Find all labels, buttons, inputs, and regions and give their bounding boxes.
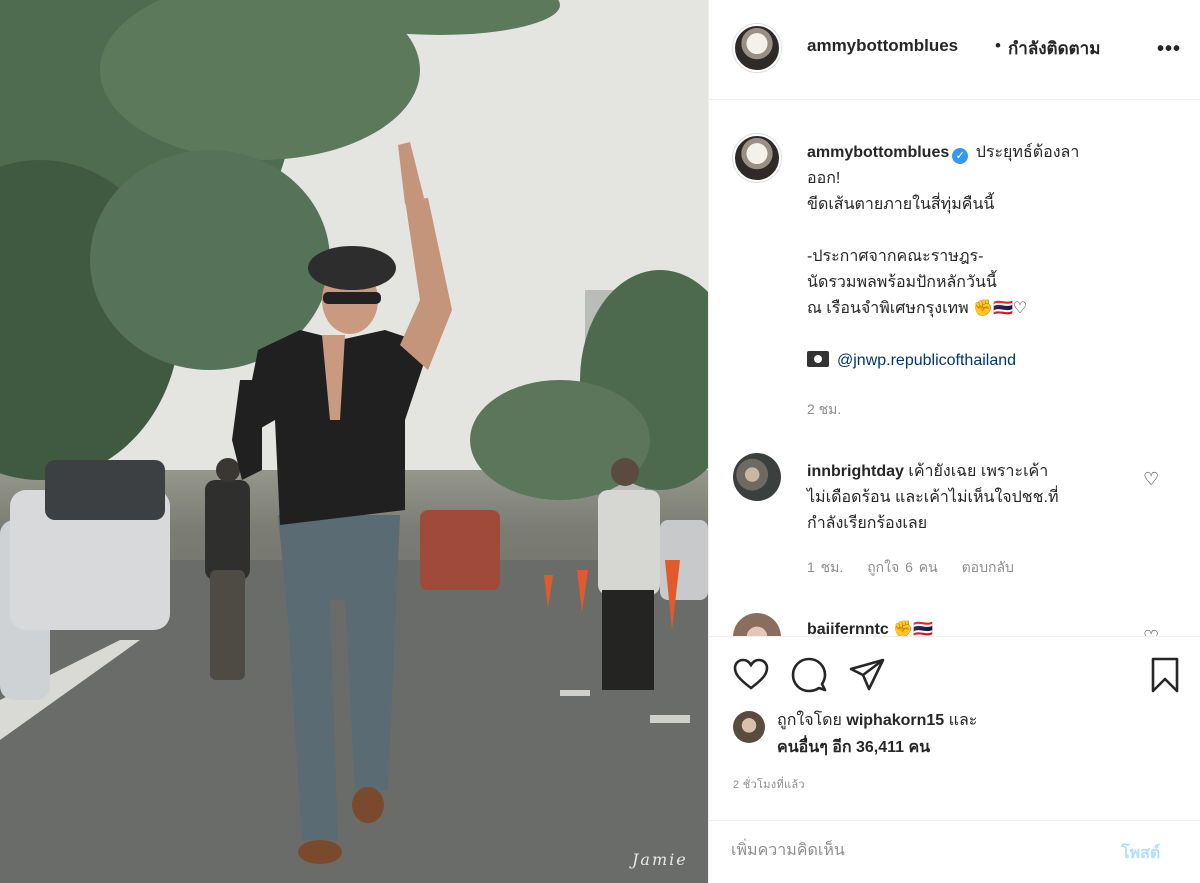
share-icon[interactable] [847,655,887,695]
comment-line-3: กำลังเรียกร้องเลย [807,515,928,532]
post-actions: ถูกใจโดย wiphakorn15 และ คนอื่นๆ อีก 36,… [709,636,1200,820]
heart-icon[interactable] [731,655,771,695]
caption-username[interactable]: ammybottomblues [807,144,949,161]
comment-time: 1 ชม. [807,559,844,575]
comment-like-count[interactable]: ถูกใจ 6 คน [867,559,938,575]
comment-text: innbrightday เค้ายังเฉย เพราะเค้า ไม่เดื… [807,459,1137,537]
caption-line-5: นัดรวมพลพร้อมปักหลักวันนี้ [807,274,997,291]
commenter-avatar[interactable] [733,613,781,636]
following-button[interactable]: กำลังติดตาม [1008,35,1100,62]
comment-reply-button[interactable]: ตอบกลับ [962,559,1014,575]
bookmark-icon[interactable] [1145,655,1185,695]
author-avatar[interactable] [733,24,781,72]
photo-credit-link[interactable]: @jnwp.republicofthailand [837,352,1016,369]
comment-like-heart-icon[interactable]: ♡ [1143,469,1159,490]
verified-icon: ✓ [952,148,969,164]
comment-line-1: เค้ายังเฉย เพราะเค้า [908,463,1049,480]
post-timestamp[interactable]: 2 ชั่วโมงที่แล้ว [733,775,805,793]
author-username[interactable]: ammybottomblues [807,36,958,56]
commenter-username[interactable]: innbrightday [807,463,904,480]
comments-list[interactable]: ammybottomblues ✓ ประยุทธ์ต้องลา ออก! ขีด… [709,101,1200,636]
caption-line-3: ขีดเส้นตายภายในสี่ทุ่มคืนนี้ [807,196,995,213]
add-comment-input[interactable] [731,831,1091,871]
more-icon[interactable]: ••• [1157,38,1181,61]
post-comment-button[interactable]: โพสต์ [1121,841,1160,866]
camera-icon [807,351,829,367]
liker-avatar[interactable] [733,711,765,743]
commenter-avatar[interactable] [733,453,781,501]
caption-text: ammybottomblues ✓ ประยุทธ์ต้องลา ออก! ขีด… [807,140,1152,374]
caption-line-4: -ประกาศจากคณะราษฎร- [807,248,984,265]
photo-scene [0,0,708,883]
post-side-panel: ammybottomblues • กำลังติดตาม ••• ammybo… [708,0,1200,883]
caption-line-1: ประยุทธ์ต้องลา [975,144,1080,161]
caption-line-2: ออก! [807,170,841,187]
comment-meta: 1 ชม. ถูกใจ 6 คน ตอบกลับ [807,557,1032,579]
header-separator: • [995,36,1001,55]
likes-prefix: ถูกใจโดย [777,712,842,729]
liker-username[interactable]: wiphakorn15 [846,712,944,729]
caption-author-avatar[interactable] [733,134,781,182]
comment-line-2: ไม่เดือดร้อน และเค้าไม่เห็นใจปชช.ที่ [807,489,1059,506]
likes-and: และ [948,712,978,729]
photographer-signature: Jamie [632,850,688,869]
likes-others-count[interactable]: คนอื่นๆ อีก 36,411 คน [777,739,930,756]
caption-line-6: ณ เรือนจำพิเศษกรุงเทพ ✊🇹🇭♡ [807,300,1028,317]
post-photo[interactable]: Jamie [0,0,708,883]
caption-time: 2 ชม. [807,401,842,417]
comment-like-heart-icon[interactable]: ♡ [1143,627,1159,636]
likes-text[interactable]: ถูกใจโดย wiphakorn15 และ คนอื่นๆ อีก 36,… [777,707,977,761]
commenter-username[interactable]: baiifernntc ✊🇹🇭 [807,619,933,636]
comment-icon[interactable] [789,655,829,695]
post-header: ammybottomblues • กำลังติดตาม ••• [709,0,1200,100]
add-comment-bar: โพสต์ [709,820,1200,883]
